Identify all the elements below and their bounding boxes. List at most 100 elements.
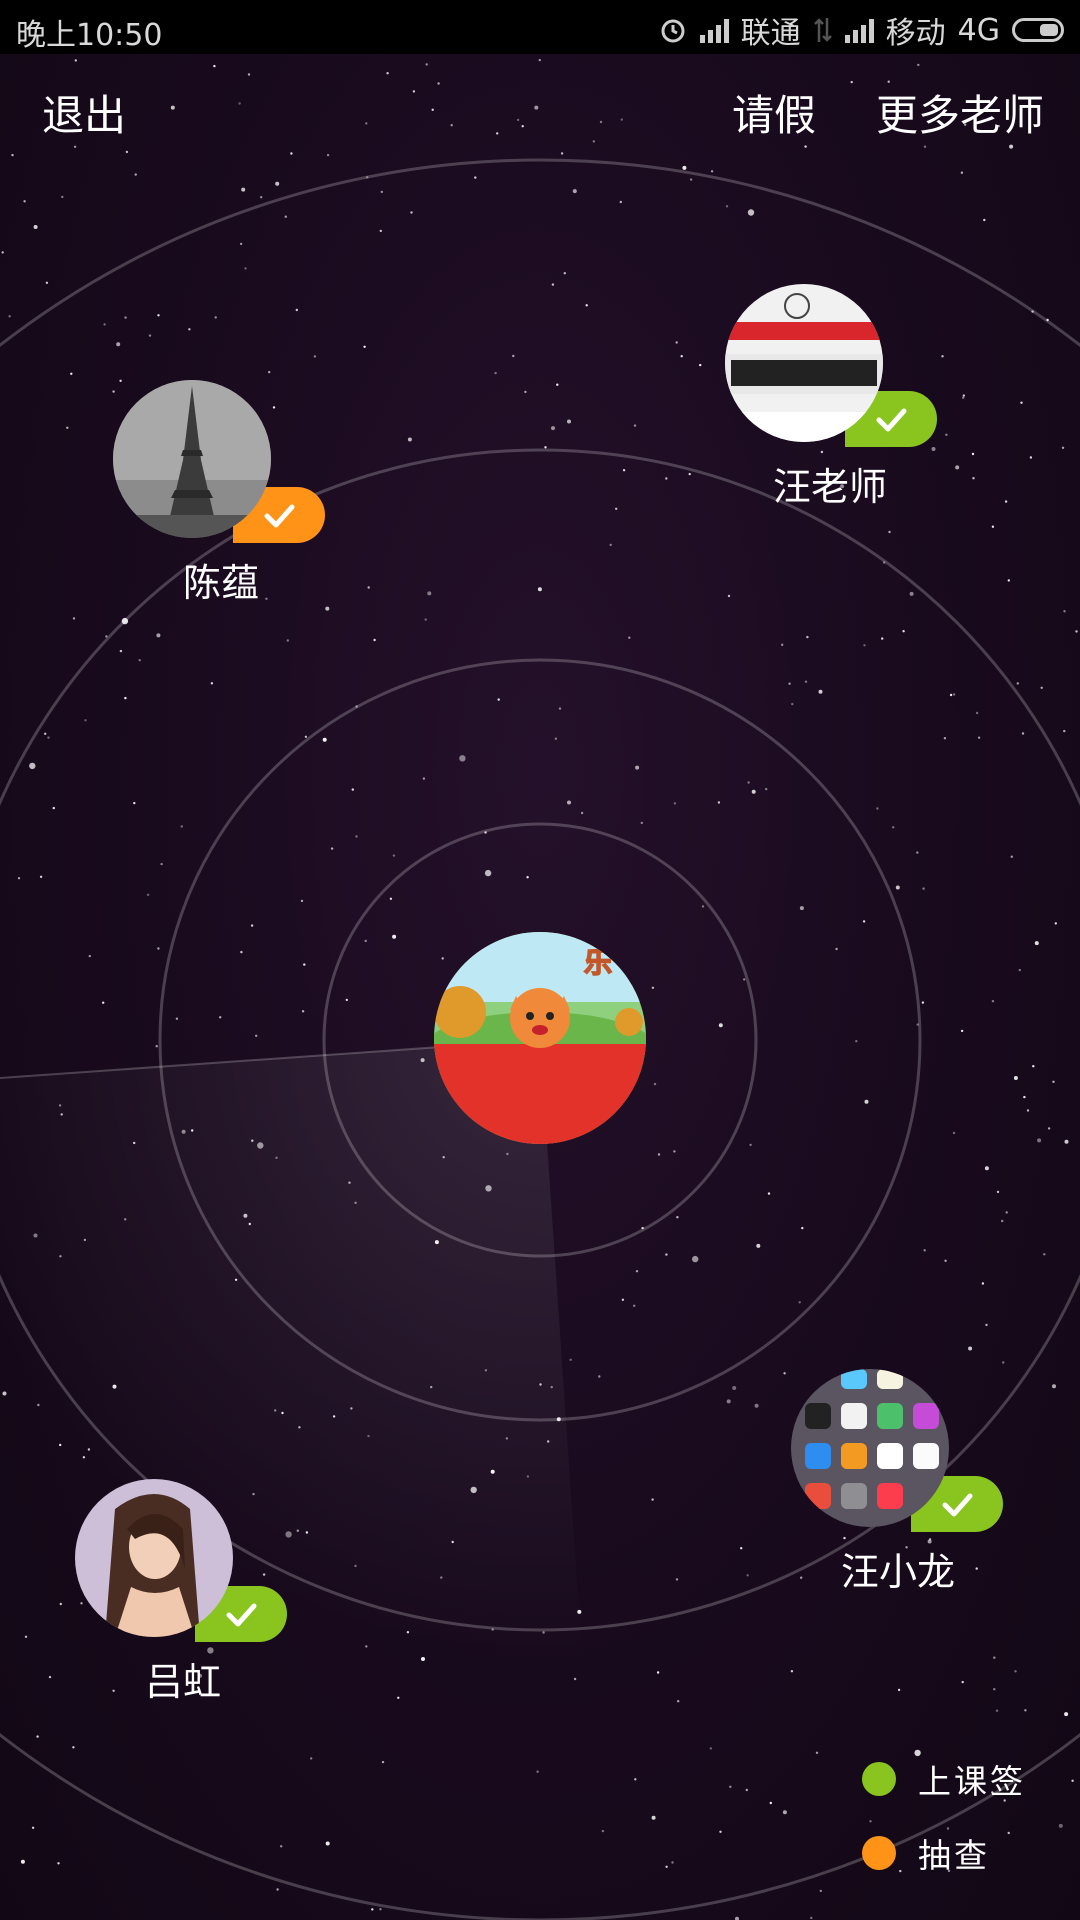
star xyxy=(1013,1076,1018,1080)
star xyxy=(962,394,965,397)
star xyxy=(806,635,809,639)
star xyxy=(234,1278,238,1282)
star xyxy=(298,1426,301,1429)
star xyxy=(819,1889,822,1893)
star xyxy=(1,251,4,254)
star xyxy=(949,693,953,697)
star xyxy=(181,1129,186,1134)
star xyxy=(1002,1361,1005,1364)
star xyxy=(422,777,426,780)
star xyxy=(977,736,981,739)
student-name: 陈蕴 xyxy=(183,561,260,605)
star xyxy=(923,1249,926,1252)
star xyxy=(991,525,995,528)
star xyxy=(968,1346,973,1351)
star xyxy=(425,63,428,66)
star xyxy=(526,1475,530,1478)
eiffel-tower-photo xyxy=(113,380,271,538)
star xyxy=(895,885,900,890)
star xyxy=(305,1531,309,1534)
star xyxy=(1052,1384,1056,1389)
star xyxy=(563,272,566,275)
star xyxy=(1024,1709,1027,1712)
star xyxy=(1023,1095,1026,1099)
leave-button[interactable]: 请假 xyxy=(732,82,816,143)
star xyxy=(272,406,276,409)
star xyxy=(945,433,948,436)
star xyxy=(633,424,637,427)
star xyxy=(615,507,618,510)
star xyxy=(717,801,721,804)
star xyxy=(1009,144,1014,149)
star xyxy=(484,831,487,834)
star xyxy=(134,173,137,176)
star xyxy=(701,905,705,908)
legend-item-checkin: 上课签 xyxy=(862,1742,1026,1816)
star xyxy=(1043,1253,1046,1256)
star xyxy=(138,659,141,662)
star xyxy=(23,200,26,203)
legend: 上课签 抽查 xyxy=(862,1742,1026,1890)
star xyxy=(671,1861,674,1864)
star xyxy=(73,145,77,148)
star xyxy=(635,765,640,770)
center-avatar[interactable]: 乐 xyxy=(434,932,646,1144)
star xyxy=(677,1700,680,1703)
status-time: 晚上10:50 xyxy=(16,18,163,53)
star xyxy=(103,323,106,326)
star xyxy=(580,811,584,815)
star xyxy=(916,1023,919,1026)
star xyxy=(431,108,434,112)
star xyxy=(923,145,927,148)
star xyxy=(119,649,123,653)
star xyxy=(960,1029,964,1033)
star xyxy=(633,1304,636,1308)
star xyxy=(653,1082,657,1086)
star xyxy=(275,181,280,186)
star xyxy=(124,696,127,700)
star xyxy=(250,924,254,927)
signal-icon xyxy=(699,17,729,43)
star xyxy=(290,152,293,155)
exit-button[interactable]: 退出 xyxy=(42,82,126,143)
star xyxy=(538,58,541,62)
star xyxy=(241,187,246,192)
star xyxy=(124,316,127,319)
star xyxy=(496,132,499,135)
star xyxy=(112,1384,117,1389)
star xyxy=(984,1166,989,1171)
star xyxy=(1018,968,1021,972)
star xyxy=(620,118,623,121)
star xyxy=(420,1058,425,1063)
star xyxy=(286,639,289,642)
star xyxy=(1026,1109,1030,1112)
star xyxy=(410,211,413,214)
star xyxy=(82,1456,86,1459)
star xyxy=(52,806,55,810)
star xyxy=(381,1760,385,1764)
star xyxy=(765,787,768,791)
star xyxy=(902,630,905,633)
star xyxy=(556,383,559,386)
star xyxy=(392,934,397,939)
star xyxy=(491,1628,494,1631)
star xyxy=(952,693,956,696)
star xyxy=(397,1696,400,1700)
star xyxy=(295,308,298,312)
star xyxy=(260,196,263,199)
check-icon xyxy=(226,1603,257,1627)
star xyxy=(406,1631,410,1634)
star xyxy=(1037,1138,1042,1143)
more-teachers-button[interactable]: 更多老师 xyxy=(876,82,1044,143)
legend-label: 抽查 xyxy=(918,1836,990,1875)
star xyxy=(682,165,687,170)
star xyxy=(330,847,334,850)
star xyxy=(542,1631,545,1634)
star xyxy=(84,719,87,722)
star xyxy=(556,1417,561,1422)
star xyxy=(544,446,547,449)
star xyxy=(83,1238,87,1242)
star xyxy=(1063,610,1066,613)
star xyxy=(72,617,76,620)
star xyxy=(799,906,804,911)
